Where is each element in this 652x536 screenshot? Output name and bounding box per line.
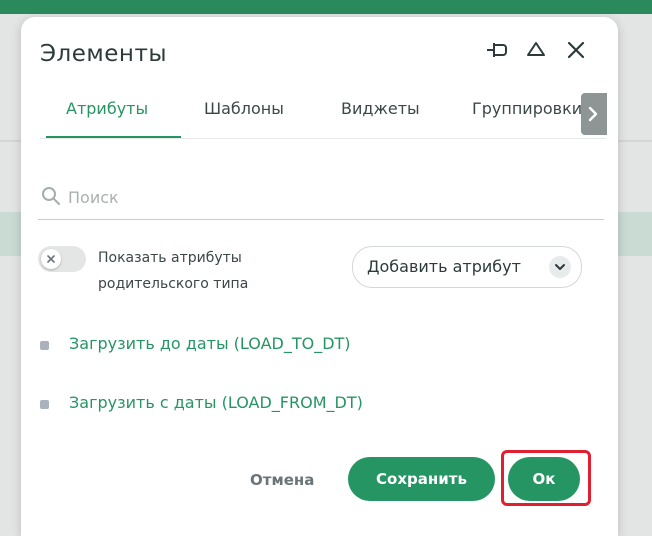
cancel-button[interactable]: Отмена	[250, 465, 314, 495]
add-attribute-dropdown[interactable]: Добавить атрибут	[352, 246, 582, 288]
search-icon	[42, 187, 60, 205]
toggle-knob	[41, 249, 61, 269]
tab-attributes[interactable]: Атрибуты	[66, 89, 148, 137]
tab-widgets[interactable]: Виджеты	[341, 89, 420, 137]
search-box	[38, 179, 604, 220]
collapse-icon[interactable]	[523, 37, 549, 63]
attribute-link[interactable]: Загрузить до даты (LOAD_TO_DT)	[69, 330, 351, 358]
attribute-link[interactable]: Загрузить с даты (LOAD_FROM_DT)	[69, 389, 363, 417]
save-button[interactable]: Сохранить	[348, 457, 495, 501]
elements-dialog: Элементы Атрибуты Шаблоны Виджеты Группи…	[21, 17, 618, 536]
app-topbar	[0, 0, 652, 14]
toggle-label: Показать атрибуты родительского типа	[98, 250, 249, 292]
pin-icon[interactable]	[485, 37, 511, 63]
search-input[interactable]	[66, 181, 590, 213]
tabs-divider	[40, 138, 606, 139]
close-icon[interactable]	[563, 37, 589, 63]
tabs-scroll-right-button[interactable]	[581, 93, 607, 135]
attribute-bullet	[40, 341, 49, 350]
tab-templates[interactable]: Шаблоны	[204, 89, 284, 137]
dialog-title: Элементы	[40, 41, 168, 67]
x-icon	[47, 255, 55, 263]
chevron-down-icon	[549, 256, 571, 278]
show-parent-attributes-toggle[interactable]	[38, 246, 86, 272]
add-attribute-label: Добавить атрибут	[367, 257, 521, 276]
tab-groupings[interactable]: Группировки	[472, 89, 582, 137]
attribute-bullet	[40, 400, 49, 409]
ok-button-highlight	[501, 450, 591, 506]
chevron-right-icon	[588, 106, 598, 122]
tab-bar: Атрибуты Шаблоны Виджеты Группировки	[40, 89, 606, 139]
